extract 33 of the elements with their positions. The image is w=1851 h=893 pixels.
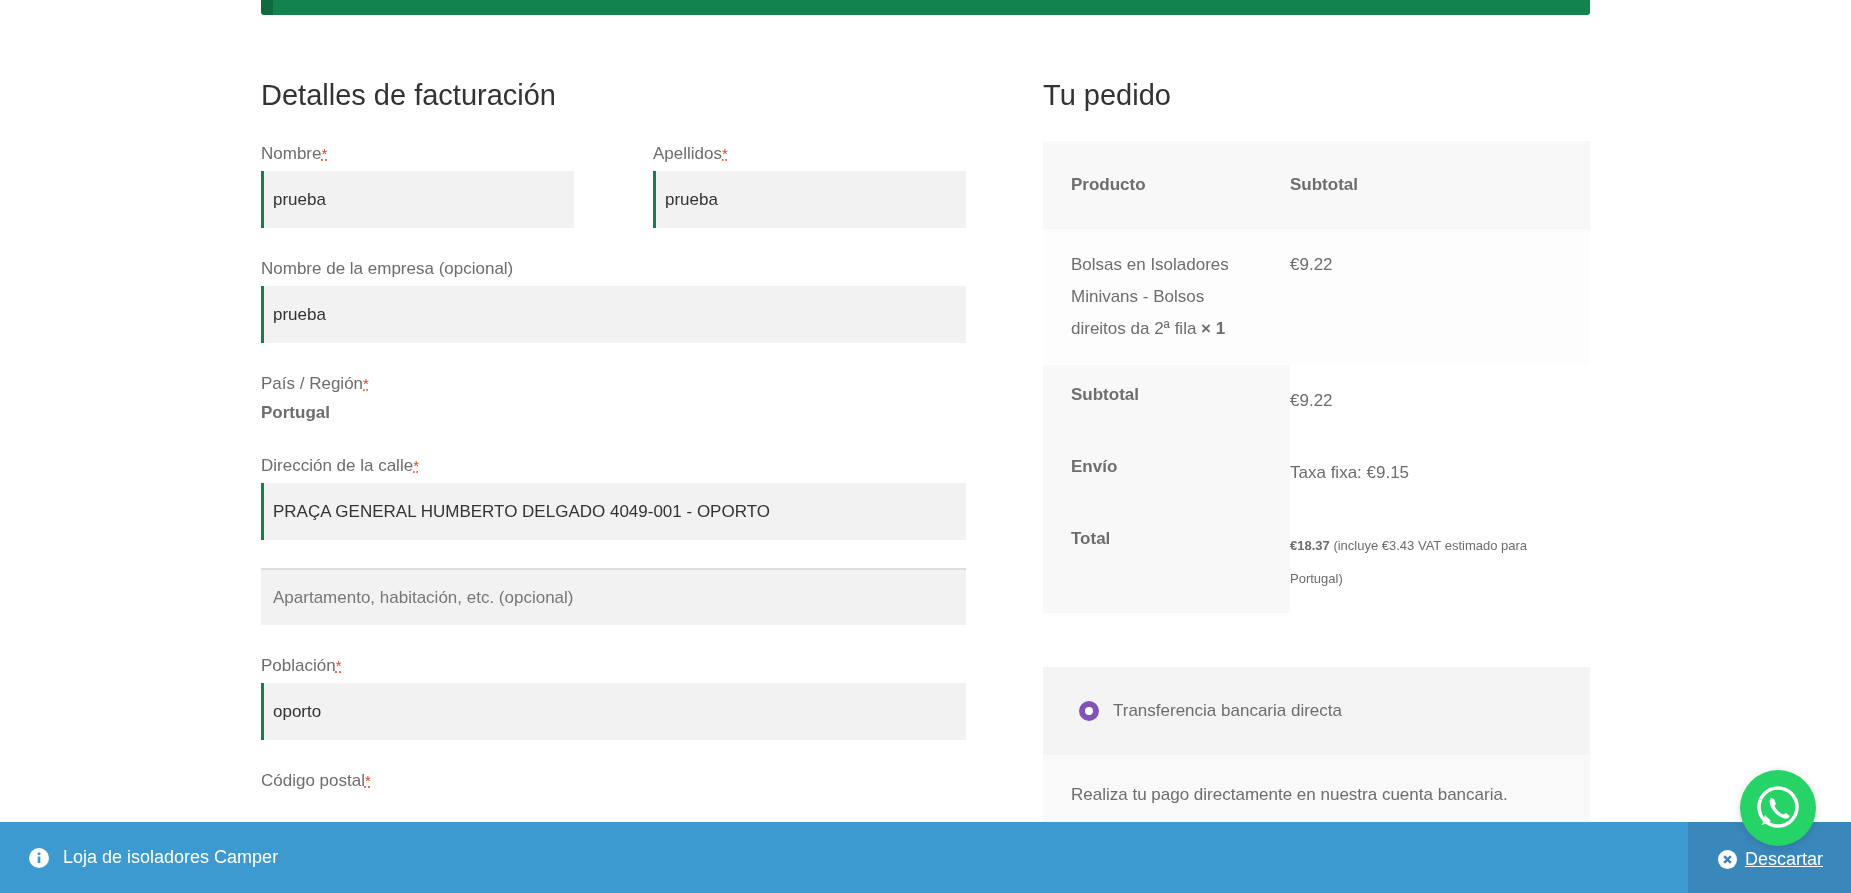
- order-title: Tu pedido: [1043, 78, 1172, 113]
- input-field[interactable]: prueba: [261, 171, 574, 228]
- field-label: Nombre de la empresa (opcional): [261, 258, 515, 280]
- close-icon: [1717, 849, 1737, 869]
- total-label: Subtotal: [1071, 385, 1139, 404]
- column-header: Producto: [1043, 141, 1290, 229]
- product-subtotal: €9.22: [1290, 255, 1333, 274]
- radio-button[interactable]: [1079, 701, 1099, 721]
- input-field[interactable]: PRAÇA GENERAL HUMBERTO DELGADO 4049-001 - OPORTO: [261, 483, 966, 540]
- total-value: €9.22: [1290, 391, 1333, 410]
- billing-title: Detalles de facturación: [261, 78, 557, 113]
- country-value: Portugal: [261, 402, 331, 424]
- field-label: Población*: [261, 655, 343, 677]
- input-field[interactable]: Apartamento, habitación, etc. (opcional): [261, 568, 966, 625]
- payment-method-label[interactable]: Transferencia bancaria directa: [1113, 701, 1342, 721]
- input-field[interactable]: oporto: [261, 683, 966, 740]
- total-value: €18.37 (incluye €3.43 VAT estimado para Portugal): [1290, 538, 1528, 586]
- total-value: Taxa fixa: €9.15: [1290, 463, 1410, 482]
- total-label: Total: [1071, 529, 1111, 548]
- field-label: Dirección de la calle*: [261, 455, 420, 477]
- input-field[interactable]: prueba: [653, 171, 966, 228]
- total-label: Envío: [1071, 457, 1118, 476]
- field-label: Apellidos*: [653, 143, 729, 165]
- dismiss-link[interactable]: Descartar: [1717, 846, 1823, 872]
- field-label: Nombre*: [261, 143, 329, 165]
- column-header: Subtotal: [1290, 141, 1590, 229]
- whatsapp-button[interactable]: [1740, 770, 1816, 846]
- notice-text: Loja de isoladores Camper: [63, 847, 279, 868]
- field-label: País / Región*: [261, 373, 370, 395]
- info-icon: [29, 847, 49, 868]
- product-name: Bolsas en Isoladores Minivans - Bolsos direitos da 2ª fila × 1: [1071, 254, 1230, 340]
- field-label: Código postal*: [261, 770, 372, 792]
- input-field[interactable]: prueba: [261, 286, 966, 343]
